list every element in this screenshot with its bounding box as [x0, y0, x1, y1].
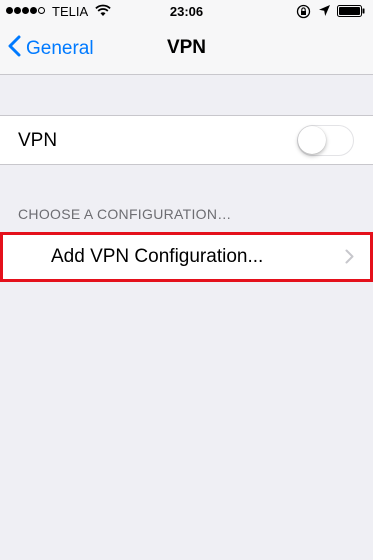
add-vpn-configuration-button[interactable]: Add VPN Configuration... [0, 232, 373, 282]
highlight-box [0, 232, 373, 282]
status-bar: TELIA 23:06 [0, 0, 373, 24]
rotation-lock-icon [296, 4, 311, 22]
configuration-section-header: CHOOSE A CONFIGURATION… [18, 206, 232, 222]
navigation-bar: General VPN [0, 24, 373, 75]
page-title: VPN [166, 37, 207, 58]
vpn-toggle[interactable] [297, 125, 354, 156]
vpn-toggle-row: VPN [0, 115, 373, 165]
toggle-knob [298, 126, 326, 154]
location-arrow-icon [318, 4, 331, 20]
vpn-label: VPN [18, 130, 58, 151]
battery-icon [337, 5, 366, 20]
